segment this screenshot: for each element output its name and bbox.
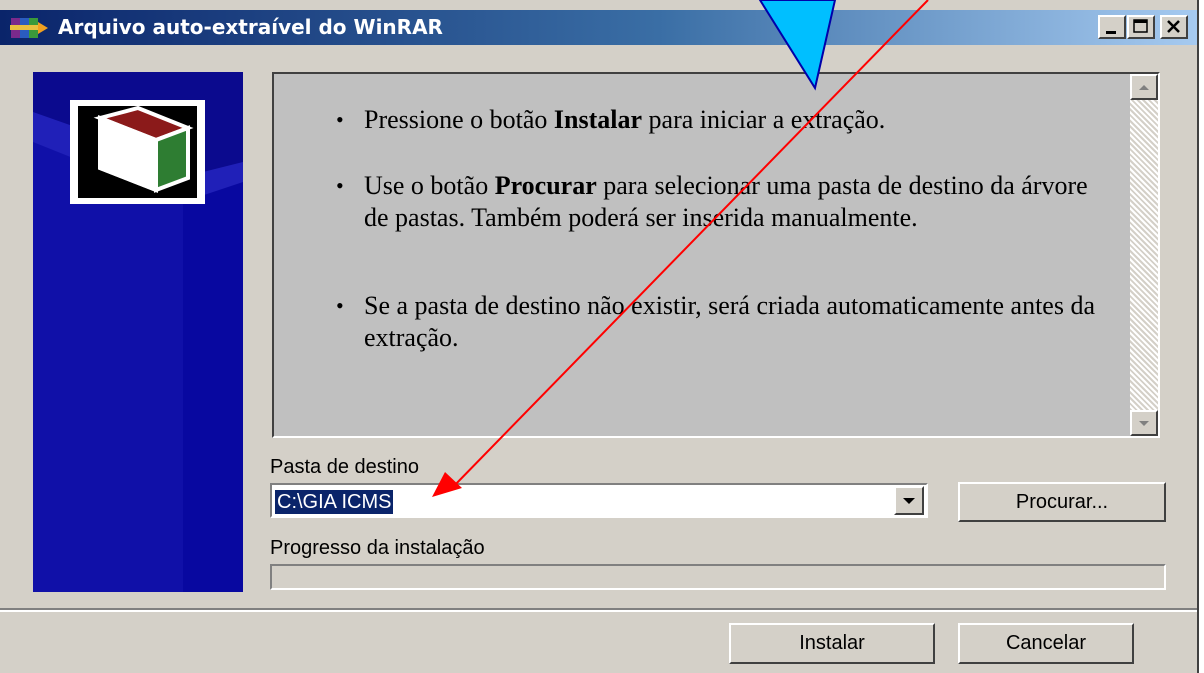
instructions-panel: • Pressione o botão Instalar para inicia… xyxy=(272,72,1160,438)
progress-bar xyxy=(270,564,1166,590)
arrow-down-icon xyxy=(1139,421,1149,426)
dialog-window: Arquivo auto-extraível do WinRAR • Press… xyxy=(0,0,1199,673)
minimize-button[interactable] xyxy=(1098,15,1126,39)
instruction-item: • Pressione o botão Instalar para inicia… xyxy=(332,104,1102,136)
install-button[interactable]: Instalar xyxy=(729,623,935,664)
logo-background xyxy=(78,106,197,198)
chevron-down-icon xyxy=(903,498,915,504)
vertical-scrollbar[interactable] xyxy=(1130,74,1158,436)
bullet-icon: • xyxy=(336,107,344,132)
instruction-text: Use o botão xyxy=(364,171,495,200)
title-bar[interactable]: Arquivo auto-extraível do WinRAR xyxy=(0,10,1197,45)
arrow-up-icon xyxy=(1139,85,1149,90)
instruction-text: Se a pasta de destino não existir, será … xyxy=(364,291,1095,352)
bullet-icon: • xyxy=(336,293,344,318)
instruction-keyword: Instalar xyxy=(553,105,643,134)
destination-combobox[interactable]: C:\GIA ICMS xyxy=(270,483,928,518)
progress-label: Progresso da instalação xyxy=(270,537,485,559)
maximize-button[interactable] xyxy=(1127,15,1155,39)
side-banner xyxy=(33,72,243,592)
dropdown-button[interactable] xyxy=(894,486,924,515)
logo-frame xyxy=(70,100,205,204)
minimize-icon xyxy=(1106,31,1116,34)
scroll-down-button[interactable] xyxy=(1130,410,1158,436)
separator xyxy=(0,608,1197,612)
maximize-icon xyxy=(1133,19,1148,33)
archive-box-icon xyxy=(93,106,194,193)
instruction-item: • Use o botão Procurar para selecionar u… xyxy=(332,170,1102,234)
close-button[interactable] xyxy=(1160,15,1188,39)
destination-path-text[interactable]: C:\GIA ICMS xyxy=(275,490,394,514)
cancel-button[interactable]: Cancelar xyxy=(958,623,1134,664)
close-icon xyxy=(1167,20,1180,33)
bullet-icon: • xyxy=(336,173,344,198)
instruction-text: Pressione o botão xyxy=(364,105,554,134)
instructions-text: • Pressione o botão Instalar para inicia… xyxy=(332,104,1102,388)
instruction-item: • Se a pasta de destino não existir, ser… xyxy=(332,290,1102,354)
winrar-app-icon xyxy=(10,18,48,38)
browse-button[interactable]: Procurar... xyxy=(958,482,1166,522)
destination-label: Pasta de destino xyxy=(270,456,419,478)
window-title: Arquivo auto-extraível do WinRAR xyxy=(58,15,443,39)
scroll-up-button[interactable] xyxy=(1130,74,1158,100)
instruction-text: para iniciar a extração. xyxy=(642,105,886,134)
instruction-keyword: Procurar xyxy=(494,171,597,200)
